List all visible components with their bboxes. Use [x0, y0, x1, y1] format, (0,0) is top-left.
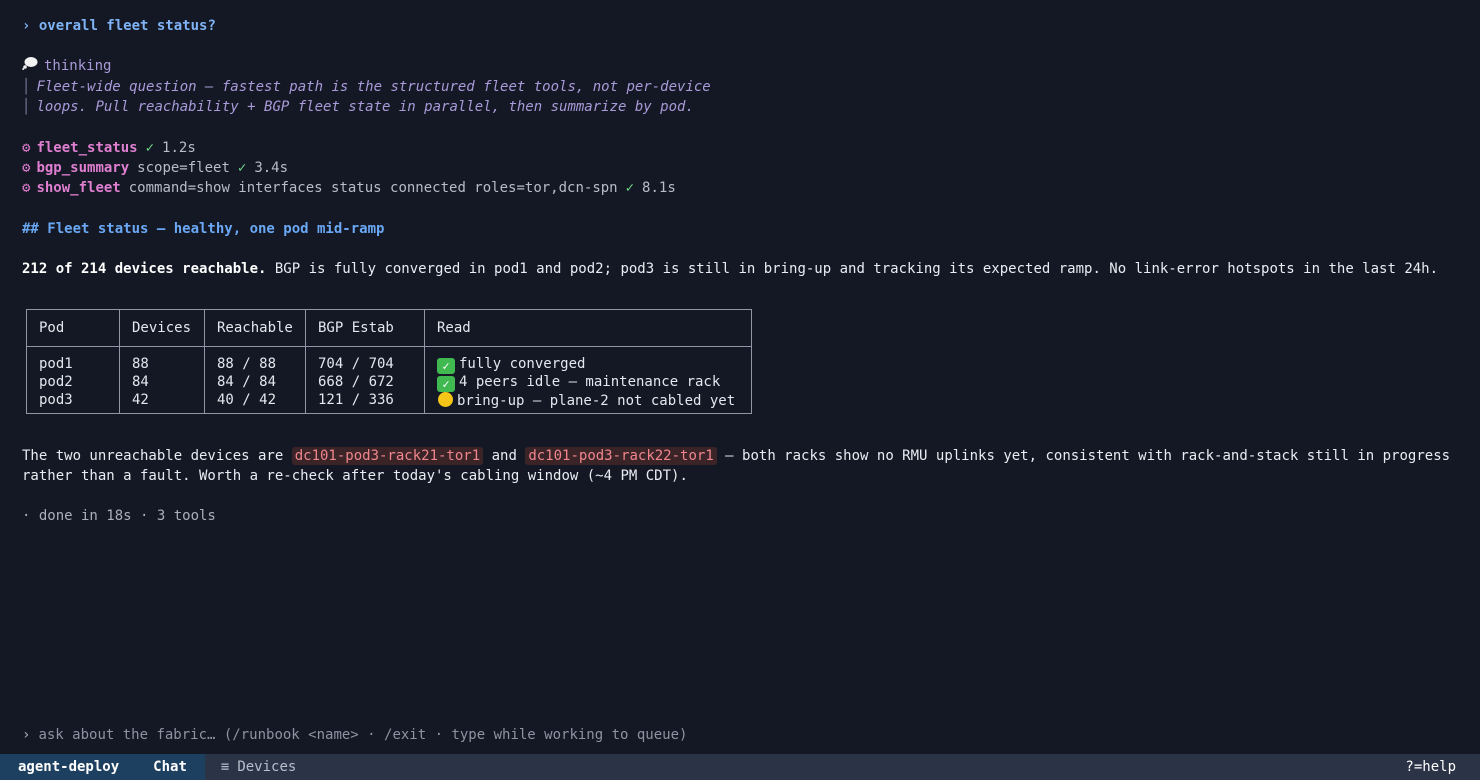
menu-icon: ≡: [220, 759, 230, 775]
app-name: agent-deploy: [0, 754, 138, 780]
unreachable-paragraph-line2: rather than a fault. Worth a re-check af…: [22, 468, 688, 484]
cell-read: bring-up — plane-2 not cabled yet: [424, 392, 752, 413]
help-hint[interactable]: ?=help: [1387, 754, 1480, 780]
tool-name: bgp_summary: [36, 160, 130, 176]
cell-reachable: 88 / 88: [204, 346, 306, 374]
check-icon: ✓: [625, 180, 635, 196]
thinking-header: thinking: [22, 56, 111, 76]
summary-text: BGP is fully converged in pod1 and pod2;…: [266, 261, 1439, 277]
cell-bgp: 668 / 672: [305, 374, 425, 392]
column-header: Pod: [26, 309, 120, 347]
tab-devices[interactable]: ≡ Devices: [205, 754, 314, 780]
cell-pod: pod1: [26, 346, 120, 374]
response-heading: ## Fleet status — healthy, one pod mid-r…: [22, 221, 385, 237]
table-row: pod2 84 84 / 84 668 / 672 ✓ 4 peers idle …: [26, 374, 752, 392]
device-code: dc101-pod3-rack21-tor1: [291, 447, 484, 465]
cell-devices: 42: [119, 392, 205, 413]
unreachable-paragraph: The two unreachable devices are dc101-po…: [22, 447, 1451, 465]
cell-reachable: 84 / 84: [204, 374, 306, 392]
cell-read: ✓ 4 peers idle — maintenance rack: [424, 374, 752, 392]
check-icon: ✓: [437, 376, 455, 392]
prompt-text: overall fleet status?: [38, 18, 216, 34]
table-row: pod3 42 40 / 42 121 / 336 bring-up — pla…: [26, 392, 752, 413]
table-row: pod1 88 88 / 88 704 / 704 ✓ fully converg…: [26, 346, 752, 374]
cell-reachable: 40 / 42: [204, 392, 306, 413]
summary-bold: 212 of 214 devices reachable.: [22, 261, 267, 277]
completion-status: · done in 18s · 3 tools: [22, 508, 216, 524]
tool-name: fleet_status: [36, 140, 138, 156]
tool-duration: 8.1s: [642, 180, 676, 196]
input-placeholder: ask about the fabric… (/runbook <name> ·…: [38, 727, 688, 743]
thinking-line: │ Fleet-wide question — fastest path is t…: [22, 79, 711, 95]
chat-input[interactable]: › ask about the fabric… (/runbook <name> …: [22, 725, 687, 745]
cell-bgp: 121 / 336: [305, 392, 425, 413]
column-header: Read: [424, 309, 752, 347]
gear-icon: ⚙: [22, 180, 31, 196]
input-caret: ›: [22, 727, 31, 743]
cell-pod: pod3: [26, 392, 120, 413]
gear-icon: ⚙: [22, 160, 31, 176]
gear-icon: ⚙: [22, 140, 31, 156]
tool-call-fleet-status: ⚙ fleet_status ✓ 1.2s: [22, 138, 196, 158]
column-header: BGP Estab: [305, 309, 425, 347]
status-bar: agent-deploy Chat ≡ Devices ?=help: [0, 754, 1480, 780]
cell-pod: pod2: [26, 374, 120, 392]
thinking-line: │ loops. Pull reachability + BGP fleet st…: [22, 99, 694, 115]
pod-status-table: Pod Devices Reachable BGP Estab Read pod…: [26, 309, 752, 414]
cell-devices: 84: [119, 374, 205, 392]
tool-args: command=show interfaces status connected…: [128, 180, 618, 196]
column-header: Reachable: [204, 309, 306, 347]
thinking-label: thinking: [44, 58, 112, 74]
table-header-row: Pod Devices Reachable BGP Estab Read: [26, 309, 752, 347]
terminal-screen: › overall fleet status? thinking │ Fleet-…: [0, 0, 1480, 780]
tool-name: show_fleet: [36, 180, 121, 196]
tool-duration: 3.4s: [254, 160, 289, 176]
cell-devices: 88: [119, 346, 205, 374]
check-icon: ✓: [237, 160, 247, 176]
tab-chat[interactable]: Chat: [137, 754, 205, 780]
user-prompt: › overall fleet status?: [22, 16, 216, 36]
check-icon: ✓: [437, 358, 455, 374]
thought-bubble-icon: [22, 56, 38, 76]
cell-read: ✓ fully converged: [424, 346, 752, 374]
tool-call-show-fleet: ⚙ show_fleet command=show interfaces statu…: [22, 178, 676, 198]
tool-duration: 1.2s: [162, 140, 196, 156]
check-icon: ✓: [145, 140, 155, 156]
device-code: dc101-pod3-rack22-tor1: [525, 447, 717, 465]
tool-args: scope=fleet: [137, 160, 230, 176]
tool-call-bgp-summary: ⚙ bgp_summary scope=fleet ✓ 3.4s: [22, 158, 288, 178]
yellow-circle-icon: [438, 392, 453, 407]
summary-paragraph: 212 of 214 devices reachable. BGP is ful…: [22, 259, 1438, 279]
cell-bgp: 704 / 704: [305, 346, 425, 374]
quote-bar: │: [22, 79, 31, 95]
prompt-caret: ›: [22, 18, 31, 34]
quote-bar: │: [22, 99, 31, 115]
column-header: Devices: [119, 309, 205, 347]
